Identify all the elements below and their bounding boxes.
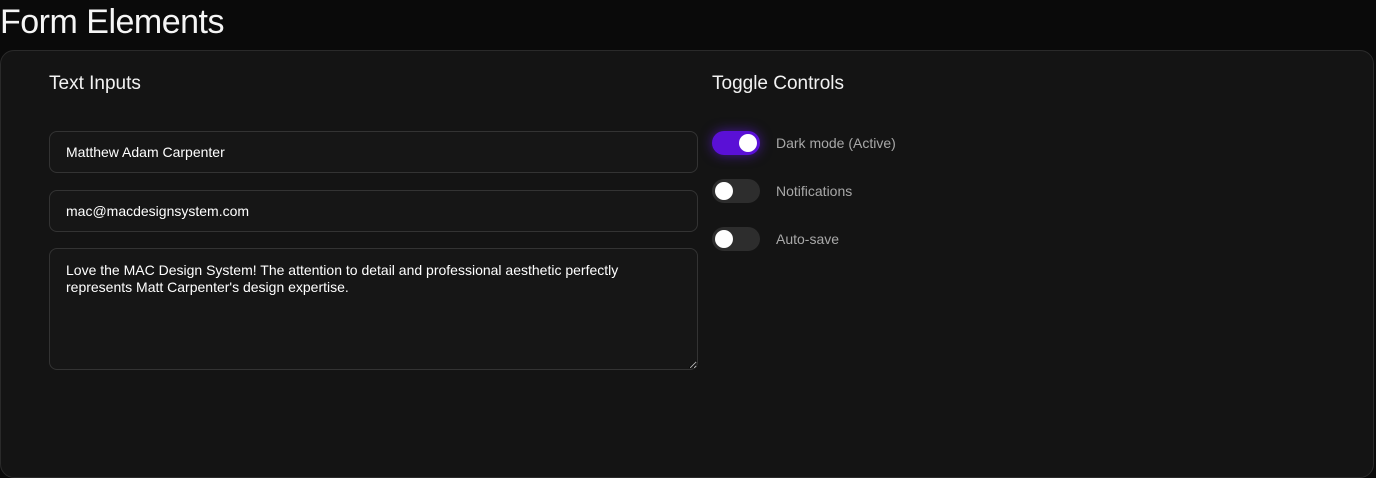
- page-title: Form Elements: [0, 3, 225, 41]
- toggle-dark-mode[interactable]: Dark mode (Active): [712, 131, 896, 155]
- switch-knob: [715, 182, 733, 200]
- toggle-notifications[interactable]: Notifications: [712, 179, 852, 203]
- notifications-label: Notifications: [776, 183, 853, 199]
- auto-save-label: Auto-save: [776, 231, 840, 247]
- dark-mode-switch[interactable]: [712, 131, 760, 155]
- name-input[interactable]: [49, 131, 698, 173]
- email-input[interactable]: [49, 190, 698, 232]
- toggle-controls-heading: Toggle Controls: [712, 73, 845, 94]
- switch-knob: [715, 230, 733, 248]
- message-textarea[interactable]: Love the MAC Design System! The attentio…: [49, 248, 698, 370]
- auto-save-switch[interactable]: [712, 227, 760, 251]
- toggle-auto-save[interactable]: Auto-save: [712, 227, 839, 251]
- text-inputs-heading: Text Inputs: [49, 73, 141, 94]
- notifications-switch[interactable]: [712, 179, 760, 203]
- switch-knob: [739, 134, 757, 152]
- dark-mode-label: Dark mode (Active): [776, 135, 896, 151]
